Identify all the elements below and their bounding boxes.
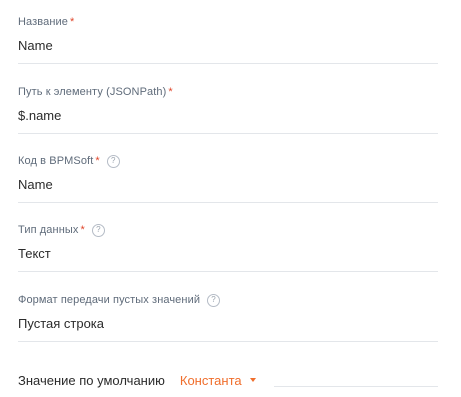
field-data-type-input[interactable]: Текст	[18, 244, 438, 264]
field-jsonpath-underline	[18, 133, 438, 134]
field-bpmsoft-code-label-row: Код в BPMSoft * ?	[18, 153, 438, 169]
default-value-mode[interactable]: Константа	[180, 373, 242, 388]
field-jsonpath-input[interactable]: $.name	[18, 106, 438, 126]
field-empty-format-label-row: Формат передачи пустых значений ?	[18, 292, 438, 308]
default-value-label: Значение по умолчанию	[18, 372, 165, 388]
default-value-input[interactable]	[274, 386, 438, 387]
field-name: Название * Name	[18, 14, 438, 64]
default-value-mode-dropdown[interactable]: Константа	[180, 373, 256, 388]
required-marker: *	[69, 16, 75, 28]
caret-down-icon[interactable]	[249, 378, 256, 382]
required-marker: *	[80, 224, 85, 236]
field-bpmsoft-code-input[interactable]: Name	[18, 175, 438, 195]
help-icon[interactable]: ?	[207, 293, 221, 307]
field-bpmsoft-code: Код в BPMSoft * ? Name	[18, 153, 438, 203]
field-empty-format-underline	[18, 341, 438, 342]
field-data-type-label: Тип данных	[18, 224, 79, 236]
field-data-type-underline	[18, 271, 438, 272]
field-jsonpath: Путь к элементу (JSONPath) * $.name	[18, 84, 438, 134]
field-empty-format-label: Формат передачи пустых значений	[18, 294, 201, 306]
field-bpmsoft-code-underline	[18, 202, 438, 203]
field-empty-format-input[interactable]: Пустая строка	[18, 314, 438, 334]
field-name-input[interactable]: Name	[18, 36, 438, 56]
field-jsonpath-label-row: Путь к элементу (JSONPath) *	[18, 84, 438, 100]
default-value-row: Значение по умолчанию Константа	[18, 370, 438, 390]
field-data-type-label-row: Тип данных * ?	[18, 222, 438, 238]
required-marker: *	[168, 86, 173, 98]
field-name-label: Название	[18, 16, 68, 28]
field-empty-format: Формат передачи пустых значений ? Пустая…	[18, 292, 438, 342]
field-name-underline	[18, 63, 438, 64]
field-jsonpath-label: Путь к элементу (JSONPath)	[18, 86, 167, 98]
field-bpmsoft-code-label: Код в BPMSoft	[18, 155, 94, 167]
help-icon[interactable]: ?	[106, 154, 120, 168]
field-data-type: Тип данных * ? Текст	[18, 222, 438, 272]
field-name-label-row: Название *	[18, 14, 438, 30]
required-marker: *	[95, 155, 100, 167]
help-icon[interactable]: ?	[91, 223, 105, 237]
